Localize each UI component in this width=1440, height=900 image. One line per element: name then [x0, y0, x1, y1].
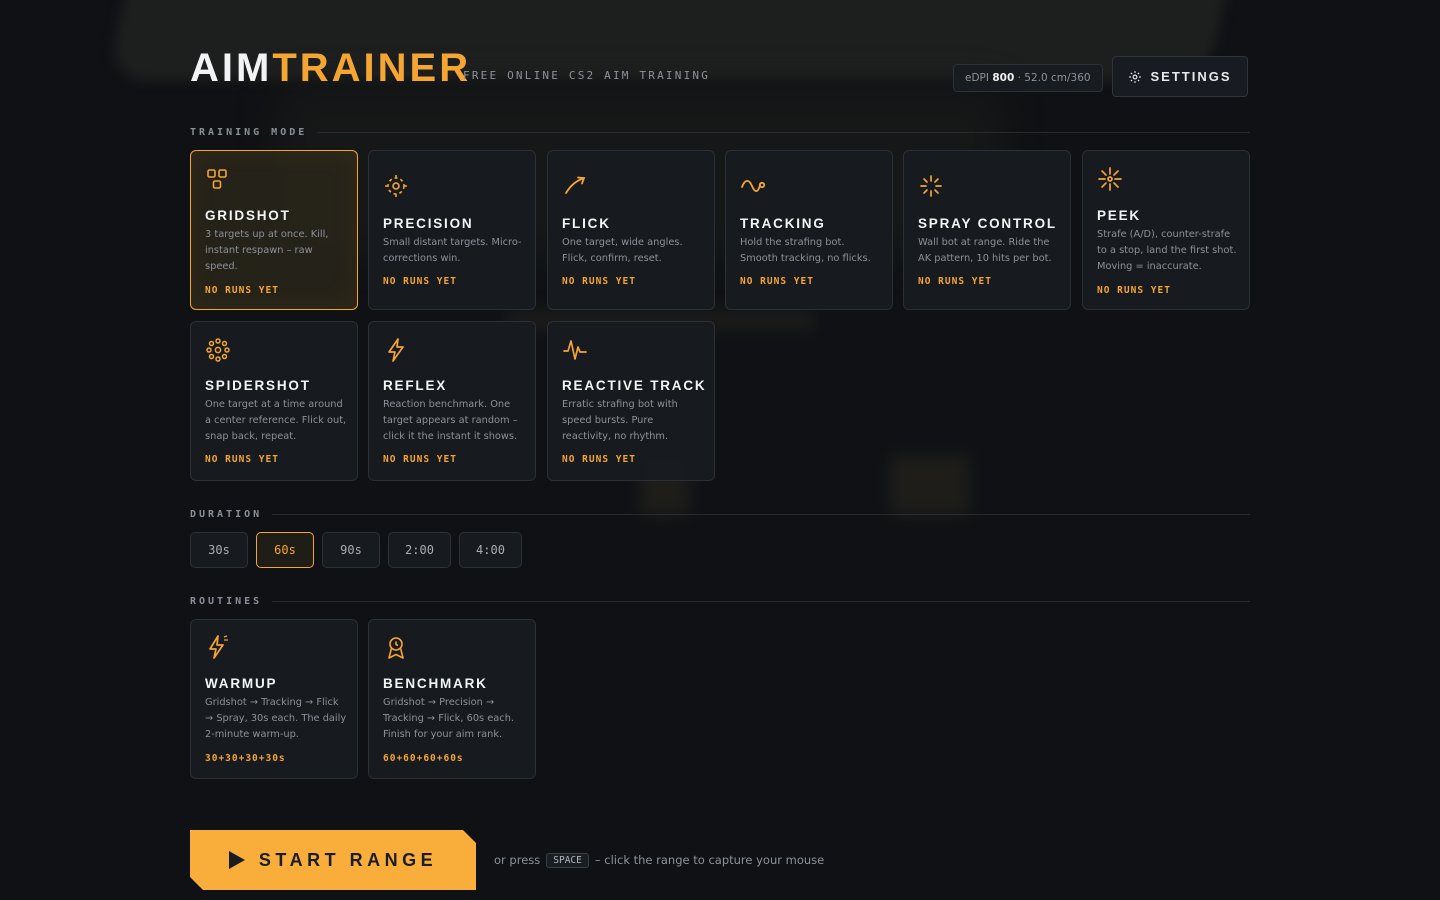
mode-desc: Reaction benchmark. One target appears a… — [383, 399, 518, 442]
settings-button[interactable]: SETTINGS — [1112, 56, 1248, 97]
lightning-icon — [383, 337, 409, 363]
start-range-label: START RANGE — [258, 849, 438, 870]
routine-stat: 30+30+30+30s — [205, 753, 286, 764]
flick-arrow-icon — [562, 173, 588, 199]
mode-card-gridshot[interactable]: GRIDSHOT 3 targets up at once. Kill, ins… — [190, 150, 358, 310]
medal-icon — [383, 635, 409, 661]
mode-card-precision[interactable]: PRECISION Small distant targets. Micro-c… — [368, 150, 536, 310]
mode-stat: NO RUNS YET — [918, 276, 992, 287]
duration-option-4min[interactable]: 4:00 — [459, 532, 522, 568]
routine-desc: Gridshot → Precision → Tracking → Flick,… — [383, 697, 515, 740]
mode-card-flick[interactable]: FLICK One target, wide angles. Flick, co… — [547, 150, 715, 310]
mode-stat: NO RUNS YET — [383, 454, 457, 465]
section-training-mode: TRAINING MODE — [190, 126, 1250, 138]
grid-icon — [205, 167, 231, 193]
section-routines-label: ROUTINES — [190, 595, 263, 607]
mode-title: PRECISION — [383, 216, 474, 231]
edpi-badge[interactable]: eDPI 800 · 52.0 cm/360 — [953, 64, 1103, 92]
edpi-value: 800 — [992, 72, 1015, 84]
mode-card-spidershot[interactable]: SPIDERSHOT One target at a time around a… — [190, 321, 358, 481]
spider-dots-icon — [205, 337, 231, 363]
routine-stat: 60+60+60+60s — [383, 753, 464, 764]
mode-stat: NO RUNS YET — [205, 285, 279, 296]
crosshair-icon — [383, 173, 409, 199]
section-training-mode-label: TRAINING MODE — [190, 126, 308, 138]
mode-stat: NO RUNS YET — [740, 276, 814, 287]
mode-stat: NO RUNS YET — [562, 454, 636, 465]
duration-option-30s[interactable]: 30s — [190, 532, 248, 568]
mode-stat: NO RUNS YET — [205, 454, 279, 465]
duration-option-90s[interactable]: 90s — [322, 532, 380, 568]
mode-desc: Hold the strafing bot. Smooth tracking, … — [740, 237, 871, 264]
mode-title: GRIDSHOT — [205, 208, 291, 223]
play-icon — [228, 851, 245, 869]
mode-title: SPIDERSHOT — [205, 378, 311, 393]
tagline: FREE ONLINE CS2 AIM TRAINING — [463, 69, 711, 82]
duration-option-2min[interactable]: 2:00 — [388, 532, 451, 568]
mode-desc: One target, wide angles. Flick, confirm,… — [562, 237, 683, 264]
mode-card-spray-control[interactable]: SPRAY CONTROL Wall bot at range. Ride th… — [903, 150, 1071, 310]
routine-title: WARMUP — [205, 676, 278, 691]
space-key: SPACE — [546, 852, 589, 868]
spark-icon — [1097, 166, 1123, 192]
routine-title: BENCHMARK — [383, 676, 488, 691]
mode-desc: Wall bot at range. Ride the AK pattern, … — [918, 237, 1052, 264]
mode-desc: Strafe (A/D), counter-strafe to a stop, … — [1097, 229, 1237, 272]
logo-trainer: TRAINER — [272, 46, 472, 90]
mode-title: REACTIVE TRACK — [562, 378, 707, 393]
routine-card-benchmark[interactable]: BENCHMARK Gridshot → Precision → Trackin… — [368, 619, 536, 779]
mode-title: REFLEX — [383, 378, 448, 393]
mode-stat: NO RUNS YET — [562, 276, 636, 287]
pulse-icon — [562, 337, 588, 363]
wave-icon — [740, 173, 766, 199]
header: AIMTRAINER FREE ONLINE CS2 AIM TRAINING … — [190, 44, 1250, 104]
routine-card-warmup[interactable]: WARMUP Gridshot → Tracking → Flick → Spr… — [190, 619, 358, 779]
mode-desc: Erratic strafing bot with speed bursts. … — [562, 399, 678, 442]
burst-icon — [918, 173, 944, 199]
mode-title: TRACKING — [740, 216, 826, 231]
mode-title: FLICK — [562, 216, 611, 231]
mode-desc: 3 targets up at once. Kill, instant resp… — [205, 229, 329, 272]
mode-stat: NO RUNS YET — [383, 276, 457, 287]
duration-option-60s[interactable]: 60s — [256, 532, 314, 568]
mode-title: SPRAY CONTROL — [918, 216, 1057, 231]
logo-aim: AIM — [190, 46, 273, 90]
routine-desc: Gridshot → Tracking → Flick → Spray, 30s… — [205, 697, 347, 740]
gear-icon — [1129, 70, 1142, 83]
mode-card-reactive-track[interactable]: REACTIVE TRACK Erratic strafing bot with… — [547, 321, 715, 481]
logo: AIMTRAINER — [190, 46, 471, 90]
start-range-button[interactable]: START RANGE — [190, 830, 476, 890]
mode-desc: Small distant targets. Micro-corrections… — [383, 237, 522, 264]
edpi-sensitivity: · 52.0 cm/360 — [1017, 72, 1091, 84]
hint-suffix: – click the range to capture your mouse — [594, 853, 825, 867]
start-hint: or press SPACE – click the range to capt… — [494, 850, 824, 870]
mode-desc: One target at a time around a center ref… — [205, 399, 347, 442]
mode-stat: NO RUNS YET — [1097, 285, 1171, 296]
section-duration-label: DURATION — [190, 508, 263, 520]
hint-prefix: or press — [494, 853, 541, 867]
settings-label: SETTINGS — [1150, 69, 1232, 84]
edpi-label: eDPI — [965, 72, 989, 84]
mode-title: PEEK — [1097, 208, 1141, 223]
mode-card-reflex[interactable]: REFLEX Reaction benchmark. One target ap… — [368, 321, 536, 481]
mode-card-tracking[interactable]: TRACKING Hold the strafing bot. Smooth t… — [725, 150, 893, 310]
mode-card-peek[interactable]: PEEK Strafe (A/D), counter-strafe to a s… — [1082, 150, 1250, 310]
section-routines: ROUTINES — [190, 595, 1250, 607]
bolt-spark-icon — [205, 634, 231, 660]
section-duration: DURATION — [190, 508, 1250, 520]
